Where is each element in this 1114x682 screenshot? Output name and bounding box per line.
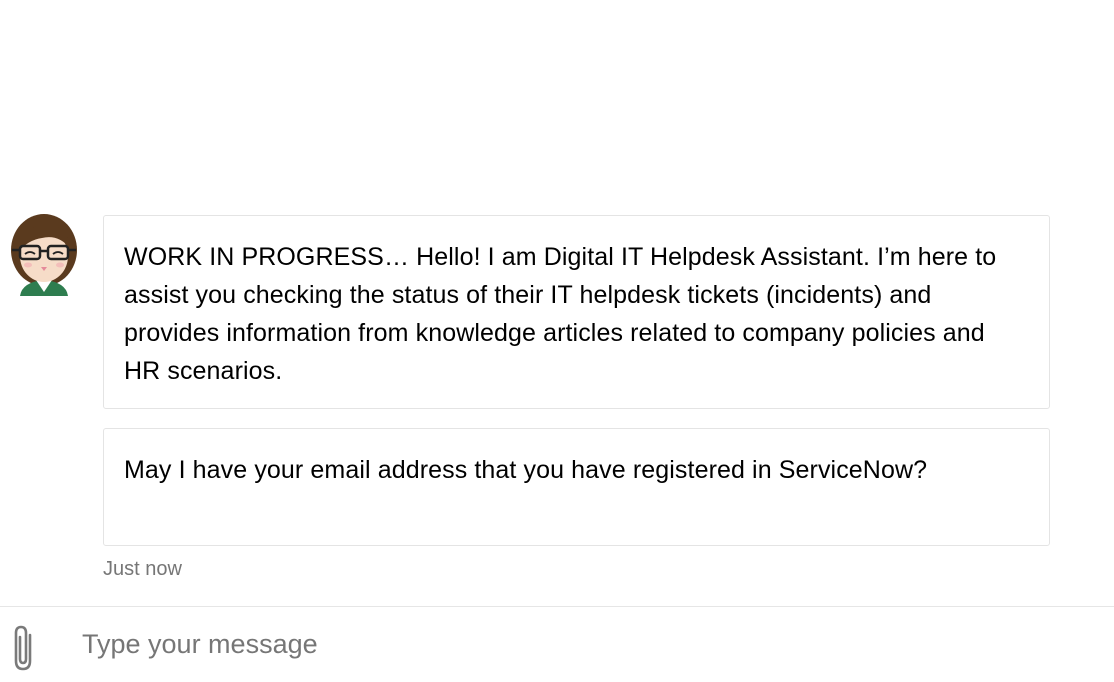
message-transcript[interactable]: WORK IN PROGRESS… Hello! I am Digital IT… (0, 0, 1114, 606)
message-input[interactable] (82, 619, 1082, 669)
message-composer (0, 606, 1114, 682)
chat-window: WORK IN PROGRESS… Hello! I am Digital IT… (0, 0, 1114, 682)
bot-message-bubble: May I have your email address that you h… (103, 428, 1050, 546)
message-timestamp: Just now (103, 558, 182, 580)
paperclip-icon[interactable] (8, 623, 42, 673)
bot-avatar-icon (6, 212, 82, 296)
bot-message-bubble: WORK IN PROGRESS… Hello! I am Digital IT… (103, 215, 1050, 409)
message-text: WORK IN PROGRESS… Hello! I am Digital IT… (124, 243, 997, 385)
message-text: May I have your email address that you h… (124, 456, 928, 484)
